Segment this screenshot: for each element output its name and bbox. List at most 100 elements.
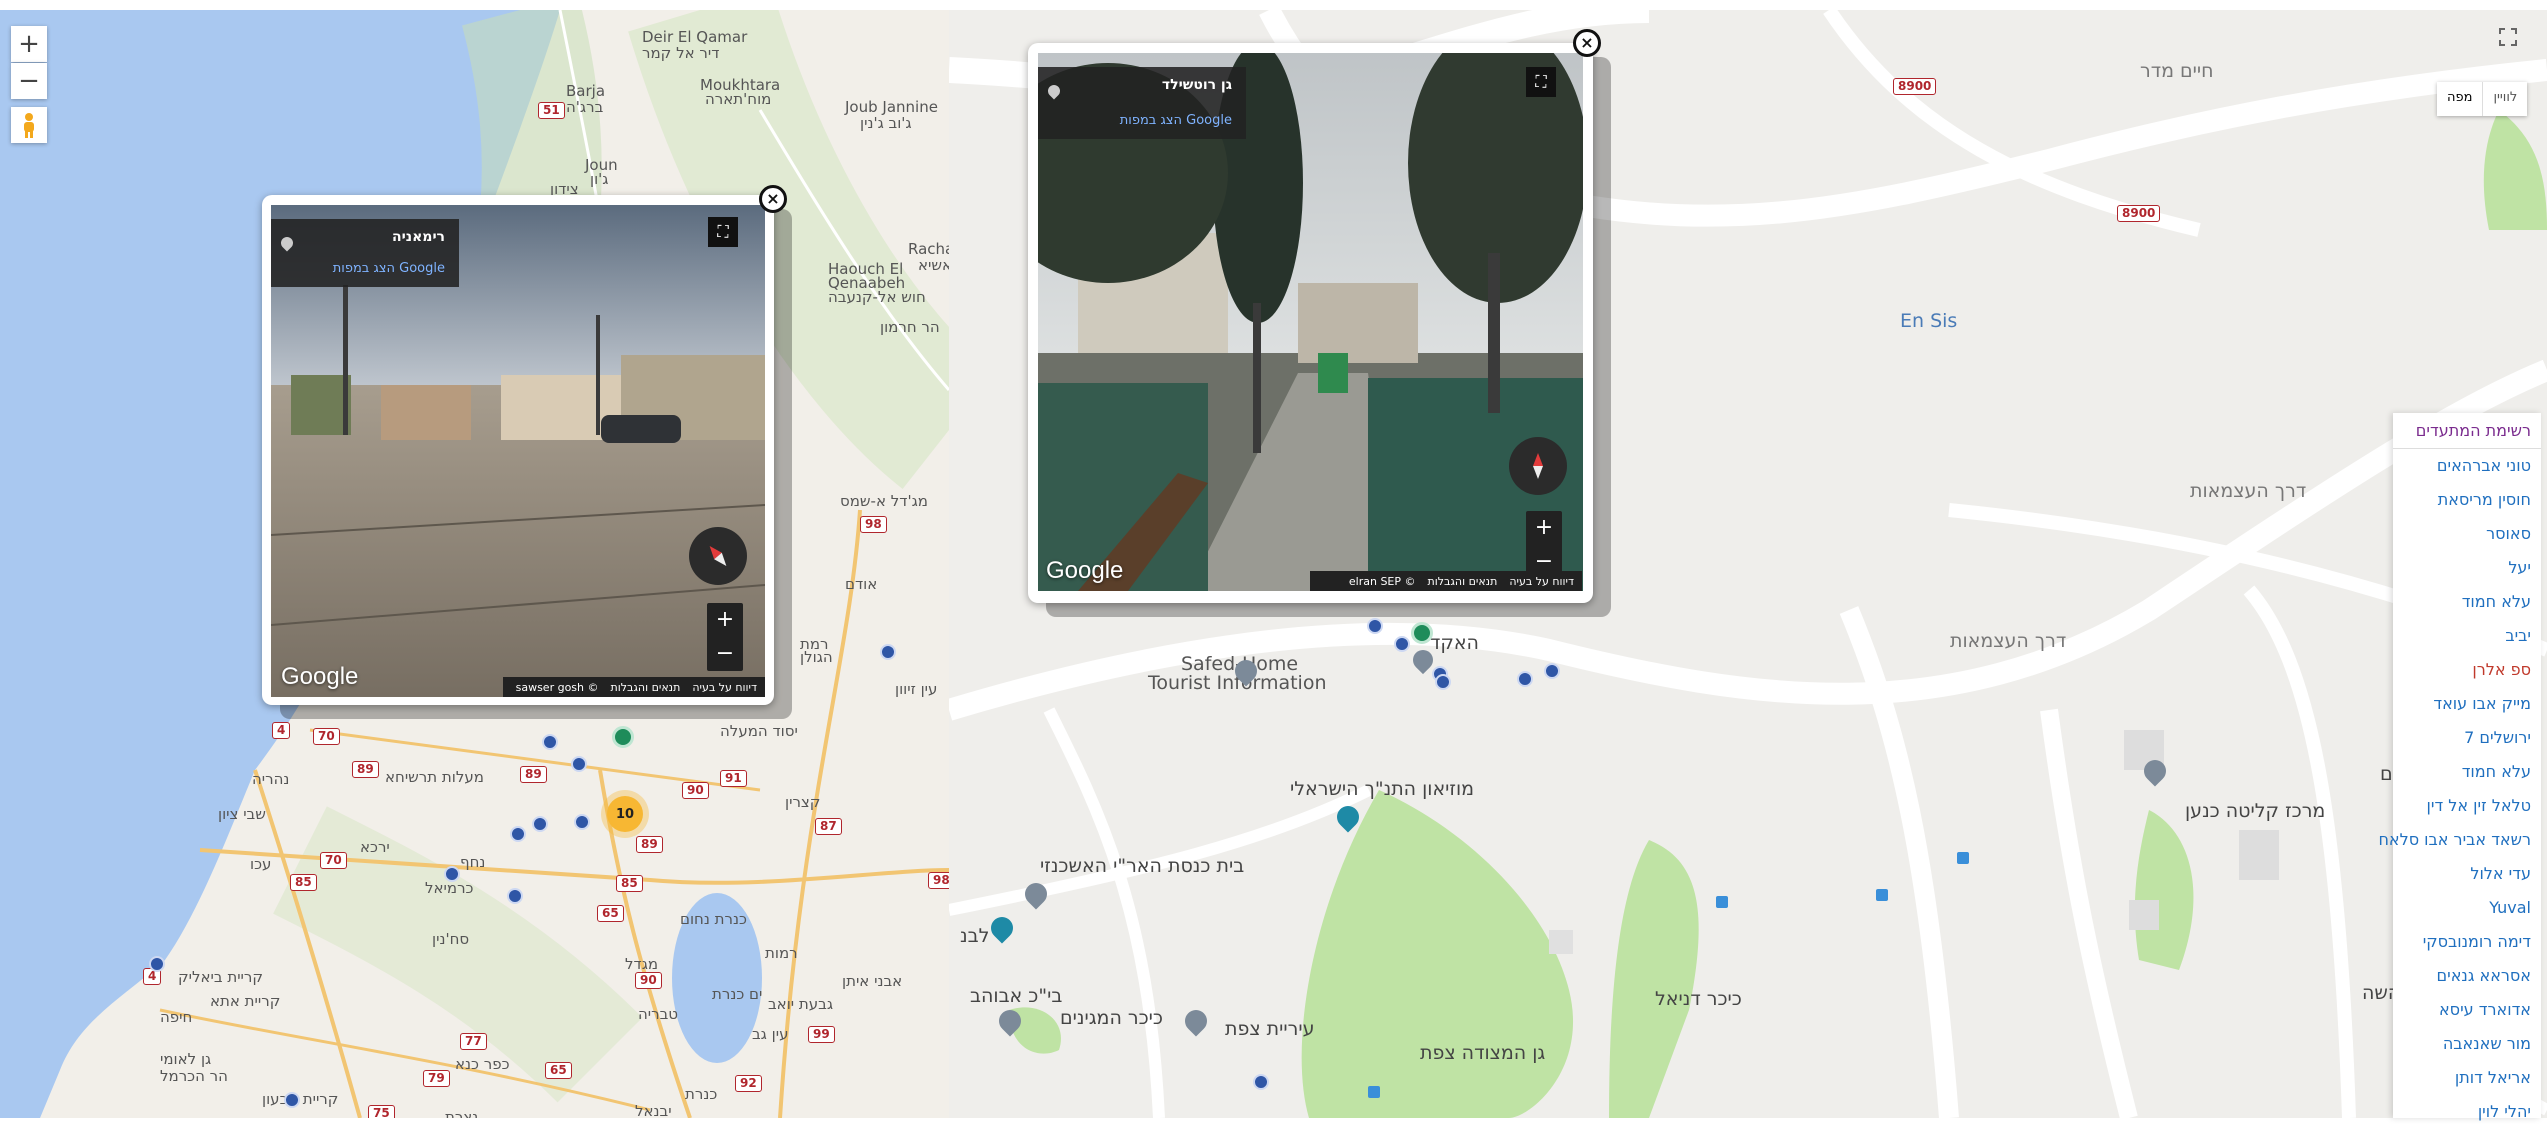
map-pin[interactable] bbox=[532, 816, 548, 832]
zoom-out-button[interactable]: − bbox=[11, 63, 47, 99]
place-label: קריית ביאליק bbox=[178, 968, 264, 986]
map-pin[interactable] bbox=[571, 756, 587, 772]
map-pin[interactable] bbox=[880, 644, 896, 660]
place-label: האקד bbox=[1430, 632, 1479, 654]
map-pin[interactable] bbox=[444, 866, 460, 882]
location-card: גן רוטשילד הצג במפות Google bbox=[1038, 67, 1246, 139]
place-label: רמות bbox=[765, 944, 798, 962]
documenter-link[interactable]: עלא חמוד bbox=[2393, 755, 2541, 789]
streetview-fullscreen-icon[interactable]: ⛶ bbox=[708, 217, 738, 247]
active-marker[interactable] bbox=[1411, 622, 1433, 644]
compass-needle-icon bbox=[709, 546, 727, 566]
road-shield: 90 bbox=[682, 782, 709, 799]
road-shield: 65 bbox=[597, 905, 624, 922]
road-shield: 75 bbox=[368, 1105, 395, 1118]
place-label: En Sis bbox=[1900, 310, 1958, 332]
report-problem-link[interactable]: דיווח על בעיה bbox=[1509, 575, 1574, 588]
road-shield: 4 bbox=[272, 722, 291, 739]
map-pin[interactable] bbox=[1367, 618, 1383, 634]
active-marker[interactable] bbox=[612, 726, 634, 748]
documenter-link[interactable]: אסראא גנאים bbox=[2393, 959, 2541, 993]
map-pin[interactable] bbox=[542, 734, 558, 750]
documenter-link[interactable]: רשאד אביר אבו סלאח bbox=[2378, 823, 2541, 857]
documenter-link[interactable]: טלאל זין אל דין bbox=[2393, 789, 2541, 823]
place-label: כנרת נחום bbox=[680, 910, 747, 928]
terms-link[interactable]: תנאים והגבלות bbox=[611, 681, 681, 694]
documenter-link[interactable]: מייק אבו עואד bbox=[2393, 687, 2541, 721]
documenter-link[interactable]: ירושלים 7 bbox=[2393, 721, 2541, 755]
documenter-link[interactable]: אריאל דותן bbox=[2393, 1061, 2541, 1095]
road-shield: 91 bbox=[720, 770, 747, 787]
documenter-link[interactable]: טוני אברהאים bbox=[2393, 449, 2541, 483]
place-label: נחף bbox=[460, 853, 486, 871]
streetview-zoom-in-button[interactable]: + bbox=[707, 603, 743, 637]
pegman-icon[interactable] bbox=[11, 107, 47, 143]
copyright-text: © sawser gosh bbox=[515, 680, 599, 694]
compass-needle-icon bbox=[1533, 453, 1543, 479]
compass-icon[interactable] bbox=[1509, 437, 1567, 495]
streetview-fullscreen-icon[interactable]: ⛶ bbox=[1526, 67, 1556, 97]
map-pin[interactable] bbox=[510, 826, 526, 842]
place-label: גבעת יואב bbox=[768, 995, 834, 1013]
streetview-zoom-out-button[interactable]: − bbox=[707, 637, 743, 671]
documenter-link[interactable]: יהלי לוין bbox=[2393, 1095, 2541, 1129]
compass-icon[interactable] bbox=[689, 527, 747, 585]
report-problem-link[interactable]: דיווח על בעיה bbox=[692, 681, 757, 694]
map-pin[interactable] bbox=[1517, 671, 1533, 687]
map-pin[interactable] bbox=[1544, 663, 1560, 679]
close-icon[interactable]: × bbox=[1573, 29, 1601, 57]
place-label: מג'דל א-שמס bbox=[840, 492, 928, 510]
place-label: עיריית צפת bbox=[1225, 1018, 1315, 1040]
map-pin[interactable] bbox=[1435, 674, 1451, 690]
view-in-google-maps-link[interactable]: הצג במפות Google bbox=[333, 261, 445, 276]
documenter-link[interactable]: סאוסר bbox=[2393, 517, 2541, 551]
documenter-link[interactable]: יעל bbox=[2393, 551, 2541, 585]
map-pin[interactable] bbox=[507, 888, 523, 904]
place-label: נהריה bbox=[252, 770, 290, 788]
close-icon[interactable]: × bbox=[759, 185, 787, 213]
place-label: כיכר דניאל bbox=[1655, 988, 1742, 1010]
documenter-link[interactable]: אדוארד עיסא bbox=[2393, 993, 2541, 1027]
road-shield: 98 bbox=[860, 516, 887, 533]
map-pin[interactable] bbox=[1394, 636, 1410, 652]
map-pin[interactable] bbox=[574, 814, 590, 830]
place-label: מוח'תארה bbox=[705, 90, 772, 108]
place-label: בי"כ אבוהב bbox=[970, 985, 1063, 1007]
copyright-text: © elran SEP bbox=[1348, 574, 1416, 588]
streetview-photo[interactable]: גן רוטשילד הצג במפות Google ⛶ + − Google… bbox=[1038, 53, 1583, 591]
fullscreen-button[interactable] bbox=[2493, 22, 2523, 52]
terms-link[interactable]: תנאים והגבלות bbox=[1428, 575, 1498, 588]
location-title: רימאניה bbox=[392, 229, 445, 245]
documenter-link[interactable]: עדי אלול bbox=[2393, 857, 2541, 891]
map-pin[interactable] bbox=[149, 956, 165, 972]
road-shield: 89 bbox=[520, 766, 547, 783]
documenter-link[interactable]: חוסין מריסאת bbox=[2393, 483, 2541, 517]
documenter-link[interactable]: יביב bbox=[2393, 619, 2541, 653]
streetview-zoom-in-button[interactable]: + bbox=[1526, 511, 1562, 545]
documenter-link[interactable]: דימה רומנובסקי bbox=[2393, 925, 2541, 959]
satellite-tab[interactable]: לוויין bbox=[2483, 82, 2527, 116]
streetview-photo[interactable]: רימאניה הצג במפות Google ⛶ + − Google די… bbox=[271, 205, 765, 697]
place-label: אודם bbox=[845, 575, 878, 593]
place-label: ראשיא bbox=[918, 256, 949, 274]
bus-stop-icon bbox=[1716, 896, 1728, 908]
cluster-marker[interactable]: 10 bbox=[607, 796, 643, 832]
zoom-in-button[interactable]: + bbox=[11, 26, 47, 62]
documenter-link[interactable]: Yuval bbox=[2393, 891, 2541, 925]
documenter-link[interactable]: ספ אלרן bbox=[2393, 653, 2541, 687]
place-label: מעלות תרשיחא bbox=[385, 768, 484, 786]
view-in-google-maps-link[interactable]: הצג במפות Google bbox=[1120, 113, 1232, 128]
google-logo: Google bbox=[281, 663, 359, 690]
road-shield: 87 bbox=[815, 818, 842, 835]
place-label: יבנאל bbox=[635, 1102, 672, 1118]
map-tab[interactable]: מפה bbox=[2437, 82, 2484, 116]
place-label: חיפה bbox=[160, 1008, 193, 1026]
documenter-link[interactable]: עלא חמוד bbox=[2393, 585, 2541, 619]
documenter-link[interactable]: מור שאנאבה bbox=[2393, 1027, 2541, 1061]
map-pin[interactable] bbox=[284, 1092, 300, 1108]
place-label: כפר כנא bbox=[455, 1055, 510, 1073]
road-shield: 79 bbox=[423, 1070, 450, 1087]
road-shield: 85 bbox=[290, 874, 317, 891]
map-pin[interactable] bbox=[1253, 1074, 1269, 1090]
location-card: רימאניה הצג במפות Google bbox=[271, 219, 459, 287]
